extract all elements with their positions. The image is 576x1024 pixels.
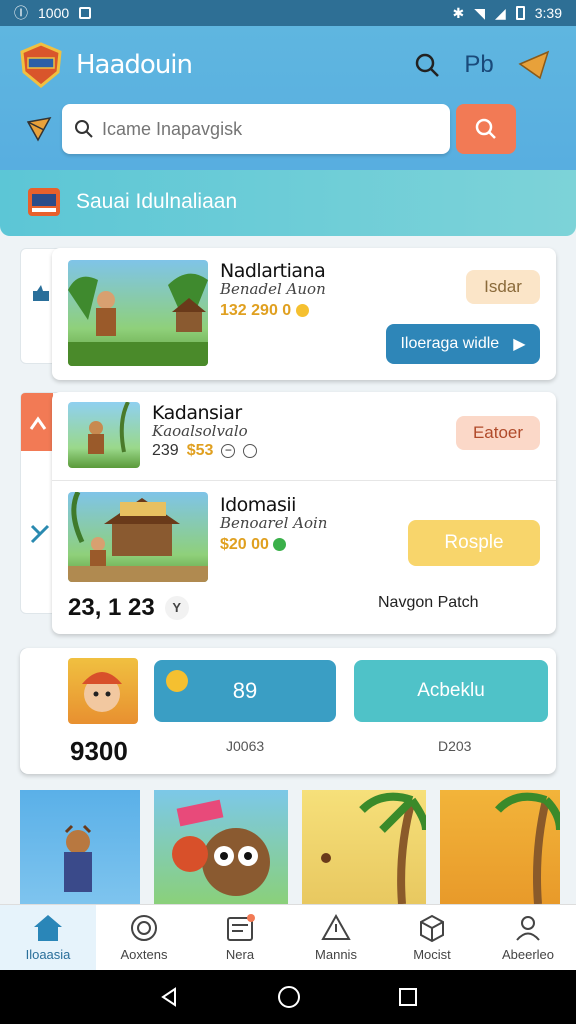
item-subtitle-1: Kaoalsolvalo <box>152 422 248 440</box>
stats-button-a[interactable]: 89 <box>154 660 336 722</box>
coin-icon <box>295 304 309 318</box>
header: Haadouin Pb <box>0 26 576 170</box>
nav-label: Mocist <box>413 947 451 962</box>
recents-icon[interactable] <box>398 987 418 1007</box>
game-card-1[interactable]: Nadlartiana Benadel Auon 132 290 0 Isdar… <box>52 248 556 380</box>
item-chip-1[interactable]: Eatoer <box>456 416 540 450</box>
item-title-2: Idomasii <box>220 494 296 516</box>
nav-profile[interactable]: Abeerleo <box>480 905 576 970</box>
divider <box>52 480 556 481</box>
warning-icon <box>321 913 351 940</box>
chevron-right-icon: ▶ <box>513 336 526 353</box>
item-thumbnail-1[interactable] <box>68 402 140 468</box>
game-subtitle: Benadel Auon <box>220 280 326 298</box>
app-logo <box>20 42 62 88</box>
kite-icon[interactable] <box>518 48 552 82</box>
item-title-1: Kadansiar <box>152 402 242 424</box>
game-title: Nadlartiana <box>220 260 326 282</box>
status-bar: Ⓘ 1000 ✱ ◥ ◢ 3:39 <box>0 0 576 26</box>
sword-icon <box>30 524 50 544</box>
item-action-button[interactable]: Rosple <box>408 520 540 566</box>
status-text: 1000 <box>38 5 70 21</box>
box-icon <box>420 914 444 943</box>
game-card-2[interactable]: Kadansiar Kaoalsolvalo 239 $53 − Eatoer … <box>52 392 556 634</box>
category-banner[interactable]: Sauai Idulnaliaan <box>0 170 576 236</box>
wifi-icon: ◥ <box>474 4 485 21</box>
thumb-icon <box>33 285 49 301</box>
search-icon[interactable] <box>410 48 444 82</box>
kite-small-icon[interactable] <box>24 114 54 144</box>
nav-explore[interactable]: Aoxtens <box>96 905 192 970</box>
item-subtitle-2: Benoarel Aoin <box>220 514 328 532</box>
coin-icon <box>166 670 188 692</box>
item-stats-1: 239 $53 − <box>152 442 258 460</box>
stats-button-b[interactable]: Acbeklu <box>354 660 548 722</box>
fork-icon[interactable]: Y <box>164 596 189 620</box>
search-input[interactable] <box>102 118 422 140</box>
minus-circle-icon[interactable]: − <box>221 444 236 458</box>
item-price-2: $20 00 <box>220 536 287 554</box>
status-chip[interactable]: Isdar <box>466 270 540 304</box>
back-icon[interactable] <box>158 986 180 1008</box>
nav-label: Abeerleo <box>501 947 555 962</box>
bluetooth-icon: ✱ <box>452 4 465 21</box>
banner-title: Sauai Idulnaliaan <box>76 190 238 213</box>
game-price: 132 290 0 <box>220 302 309 320</box>
bottom-nav: Iloaasia Aoxtens Nera Mannis Mocist Abee… <box>0 904 576 970</box>
home-icon <box>34 915 62 941</box>
nav-label: Aoxtens <box>120 947 168 962</box>
clock: 3:39 <box>534 5 562 21</box>
nav-home[interactable]: Iloaasia <box>0 905 96 970</box>
item-price-1: $53 <box>186 442 214 459</box>
home-circle-icon[interactable] <box>277 985 301 1009</box>
stats-thumbnail[interactable] <box>68 658 138 724</box>
game-tile-1[interactable] <box>20 790 140 904</box>
total-value: 23, 1 23 <box>68 594 155 621</box>
stats-button-a-label: 89 <box>232 678 258 703</box>
action-button-label: Iloeraga widle <box>400 335 500 352</box>
nav-news[interactable]: Nera <box>192 905 288 970</box>
app-name: Haadouin <box>76 50 193 80</box>
info-icon: Ⓘ <box>14 5 28 21</box>
target-icon <box>131 915 157 941</box>
search-box[interactable] <box>62 104 450 154</box>
nav-alerts[interactable]: Mannis <box>288 905 384 970</box>
signal-icon: ◢ <box>494 4 506 21</box>
nav-label: Mannis <box>315 947 357 962</box>
notification-icon <box>79 7 92 19</box>
user-icon <box>516 916 540 941</box>
search-icon <box>75 120 93 138</box>
action-button[interactable]: Iloeraga widle ▶ <box>386 324 540 364</box>
news-icon <box>227 914 255 941</box>
chevron-up-icon <box>29 416 47 430</box>
check-circle-icon <box>273 538 287 552</box>
clock-circle-icon[interactable] <box>243 444 258 458</box>
stats-caption-a: J0063 <box>226 738 265 754</box>
nav-label: Nera <box>225 947 255 962</box>
game-tile-4[interactable] <box>440 790 560 904</box>
battery-icon <box>515 6 525 20</box>
stats-card[interactable]: 9300 89 Acbeklu J0063 D203 <box>20 648 556 774</box>
profile-label[interactable]: Pb <box>462 48 496 82</box>
search-button[interactable] <box>456 104 516 154</box>
item-thumbnail-2[interactable] <box>68 492 208 582</box>
nav-inventory[interactable]: Mocist <box>384 905 480 970</box>
game-thumbnail[interactable] <box>68 260 208 366</box>
item-num: 239 <box>152 442 179 459</box>
tag-icon <box>28 188 60 216</box>
stats-count: 9300 <box>70 736 128 766</box>
nav-label: Iloaasia <box>25 947 71 962</box>
stats-caption-b: D203 <box>438 738 472 754</box>
game-tile-2[interactable] <box>154 790 288 904</box>
system-nav-bar <box>0 970 576 1024</box>
footer-link[interactable]: Navgon Patch <box>378 594 479 612</box>
game-tile-3[interactable] <box>302 790 426 904</box>
total-row: 23, 1 23 Y <box>68 594 189 622</box>
